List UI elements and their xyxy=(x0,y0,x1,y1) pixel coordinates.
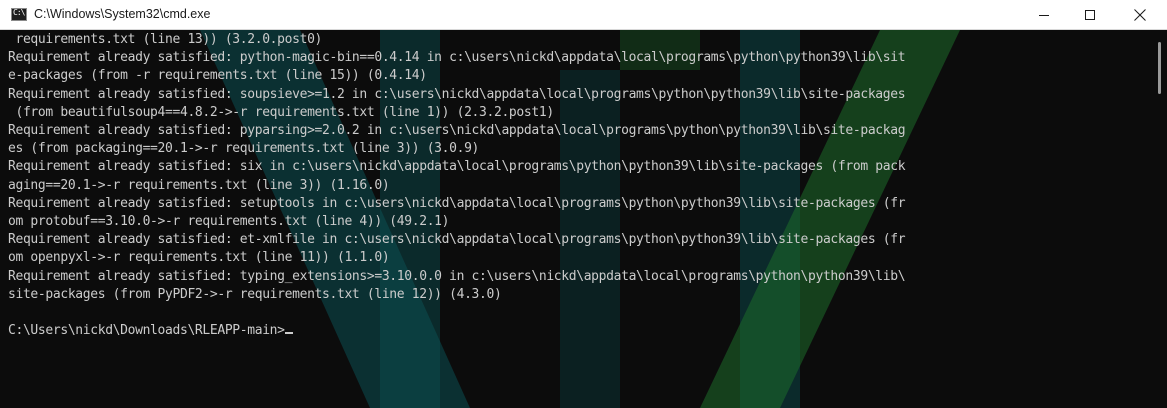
console-line: Requirement already satisfied: pyparsing… xyxy=(8,123,906,139)
console-line: Requirement already satisfied: et-xmlfil… xyxy=(8,232,906,248)
command-prompt[interactable]: C:\Users\nickd\Downloads\RLEAPP-main> xyxy=(8,323,285,338)
minimize-button[interactable] xyxy=(1021,0,1067,29)
console-output: requirements.txt (line 13)) (3.2.0.post0… xyxy=(8,31,906,340)
console-line: om openpyxl->-r requirements.txt (line 1… xyxy=(8,250,390,266)
console-line: Requirement already satisfied: soupsieve… xyxy=(8,86,906,102)
text-cursor xyxy=(284,332,293,335)
console-area[interactable]: requirements.txt (line 13)) (3.2.0.post0… xyxy=(0,30,1167,408)
cmd-icon[interactable]: C:\ xyxy=(11,8,27,21)
console-line: es (from packaging==20.1->-r requirement… xyxy=(8,141,480,157)
minimize-icon xyxy=(1039,15,1049,16)
window-title: C:\Windows\System32\cmd.exe xyxy=(34,7,211,21)
console-line: e-packages (from -r requirements.txt (li… xyxy=(8,68,427,84)
maximize-button[interactable] xyxy=(1067,0,1113,29)
console-line: (from beautifulsoup4==4.8.2->-r requirem… xyxy=(8,104,554,120)
title-bar[interactable]: C:\ C:\Windows\System32\cmd.exe xyxy=(0,0,1167,30)
console-line: om protobuf==3.10.0->-r requirements.txt… xyxy=(8,214,450,230)
console-line: requirements.txt (line 13)) (3.2.0.post0… xyxy=(8,32,323,47)
console-line: Requirement already satisfied: six in c:… xyxy=(8,159,906,175)
scrollbar-thumb[interactable] xyxy=(1158,42,1161,94)
maximize-icon xyxy=(1085,10,1095,20)
console-line: Requirement already satisfied: setuptool… xyxy=(8,195,906,211)
console-line: Requirement already satisfied: typing_ex… xyxy=(8,268,906,284)
console-line: aging==20.1->-r requirements.txt (line 3… xyxy=(8,177,390,193)
cmd-window: C:\ C:\Windows\System32\cmd.exe requirem… xyxy=(0,0,1167,408)
close-icon xyxy=(1134,9,1146,21)
cmd-icon-glyph: C:\ xyxy=(13,8,25,17)
close-button[interactable] xyxy=(1113,0,1167,29)
console-line: Requirement already satisfied: python-ma… xyxy=(8,50,906,66)
console-line: site-packages (from PyPDF2->-r requireme… xyxy=(8,286,502,302)
